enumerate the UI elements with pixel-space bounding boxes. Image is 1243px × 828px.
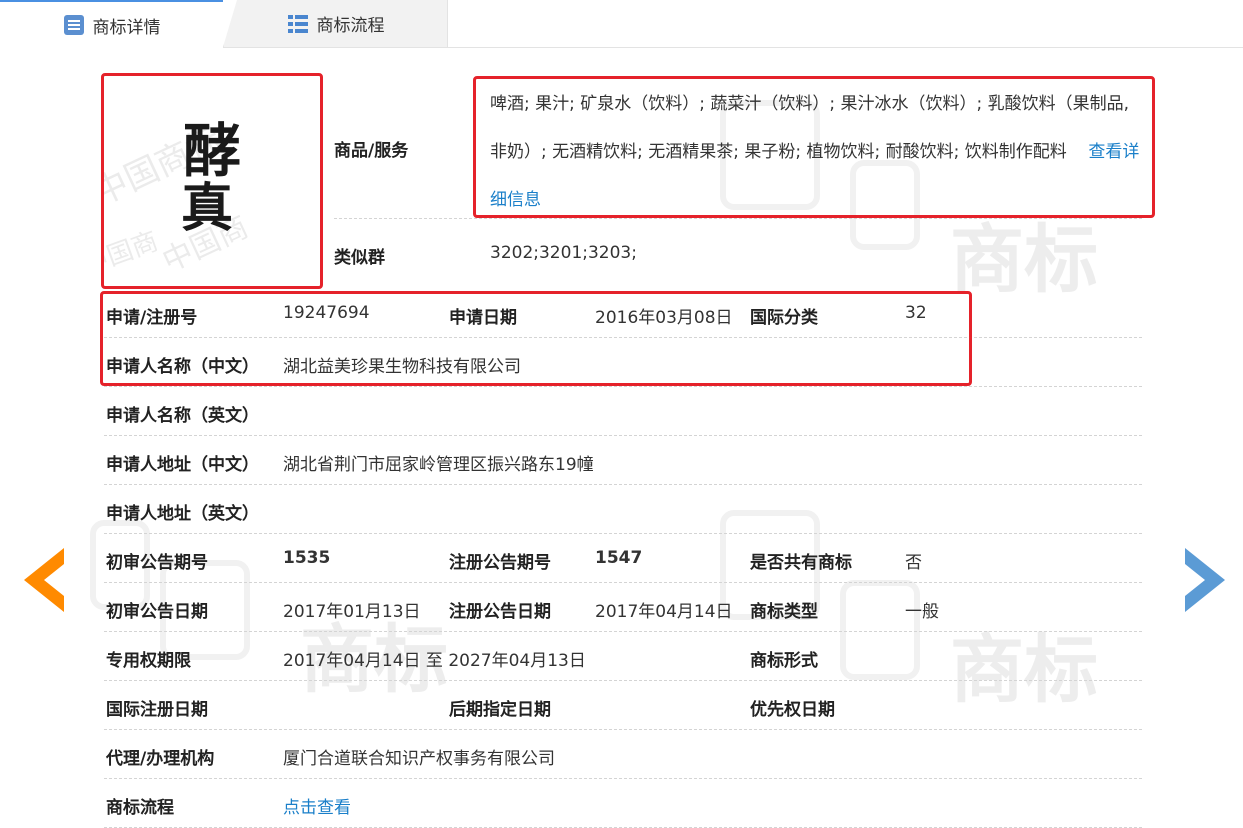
reg-no-label: 申请/注册号	[106, 308, 198, 328]
tab-bar: 商标详情 商标流程	[0, 0, 1243, 48]
apply-date-label: 申请日期	[449, 308, 517, 328]
goods-value: 啤酒; 果汁; 矿泉水（饮料）; 蔬菜汁（饮料）; 果汁冰水（饮料）; 乳酸饮料…	[490, 80, 1148, 224]
flow-label: 商标流程	[106, 798, 174, 818]
flow-view-link[interactable]: 点击查看	[283, 793, 351, 818]
prelim-date-value: 2017年01月13日	[283, 602, 421, 622]
prelim-no-label: 初审公告期号	[106, 553, 208, 573]
prelim-no-value: 1535	[283, 548, 331, 568]
agent-value: 厦门合道联合知识产权事务有限公司	[283, 749, 555, 769]
divider	[104, 533, 1142, 534]
list-icon	[287, 13, 309, 35]
divider	[104, 582, 1142, 583]
applicant-cn-value: 湖北益美珍果生物科技有限公司	[283, 357, 521, 377]
prev-arrow-icon[interactable]	[24, 548, 66, 616]
similar-group-label: 类似群	[334, 248, 385, 268]
mark-form-label: 商标形式	[750, 651, 818, 671]
reg-notice-date-label: 注册公告日期	[449, 602, 551, 622]
reg-notice-no-label: 注册公告期号	[449, 553, 551, 573]
prelim-date-label: 初审公告日期	[106, 602, 208, 622]
shared-value: 否	[905, 553, 922, 573]
mark-type-value: 一般	[905, 602, 939, 622]
divider	[104, 631, 1142, 632]
exclusive-period-value: 2017年04月14日 至 2027年04月13日	[283, 651, 586, 671]
address-en-label: 申请人地址（英文）	[106, 504, 259, 524]
goods-text: 啤酒; 果汁; 矿泉水（饮料）; 蔬菜汁（饮料）; 果汁冰水（饮料）; 乳酸饮料…	[490, 94, 1130, 162]
divider	[104, 337, 1142, 338]
applicant-cn-label: 申请人名称（中文）	[106, 357, 259, 377]
shared-label: 是否共有商标	[750, 553, 852, 573]
exclusive-period-label: 专用权期限	[106, 651, 191, 671]
reg-notice-date-value: 2017年04月14日	[595, 602, 733, 622]
tab-trademark-flow[interactable]: 商标流程	[223, 0, 448, 47]
divider	[104, 435, 1142, 436]
priority-date-label: 优先权日期	[750, 700, 835, 720]
later-date-label: 后期指定日期	[449, 700, 551, 720]
tab-label: 商标详情	[92, 17, 161, 38]
reg-notice-no-value: 1547	[595, 548, 643, 568]
address-cn-value: 湖北省荆门市屈家岭管理区振兴路东19幢	[283, 455, 594, 475]
address-cn-label: 申请人地址（中文）	[106, 455, 259, 475]
trademark-image: 中国商标 中国商 中国商 酵 真	[79, 76, 320, 286]
mark-type-label: 商标类型	[750, 602, 818, 622]
tab-label: 商标流程	[316, 16, 385, 36]
logo-glyph-top: 酵	[183, 117, 241, 185]
similar-group-value: 3202;3201;3203;	[490, 243, 637, 263]
divider	[334, 218, 1142, 219]
logo-glyph-bottom: 真	[181, 178, 233, 239]
document-list-icon	[63, 14, 85, 36]
intl-class-value: 32	[905, 303, 927, 323]
divider	[104, 386, 1142, 387]
svg-text:中国商: 中国商	[104, 226, 162, 281]
applicant-en-label: 申请人名称（英文）	[106, 406, 259, 426]
divider	[104, 729, 1142, 730]
divider	[104, 484, 1142, 485]
reg-no-value: 19247694	[283, 303, 370, 323]
intl-reg-date-label: 国际注册日期	[106, 700, 208, 720]
divider	[104, 778, 1142, 779]
divider	[104, 680, 1142, 681]
agent-label: 代理/办理机构	[106, 749, 215, 769]
goods-label: 商品/服务	[334, 141, 409, 161]
next-arrow-icon[interactable]	[1183, 548, 1225, 616]
apply-date-value: 2016年03月08日	[595, 308, 733, 328]
tab-trademark-detail[interactable]: 商标详情	[0, 0, 223, 48]
intl-class-label: 国际分类	[750, 308, 818, 328]
